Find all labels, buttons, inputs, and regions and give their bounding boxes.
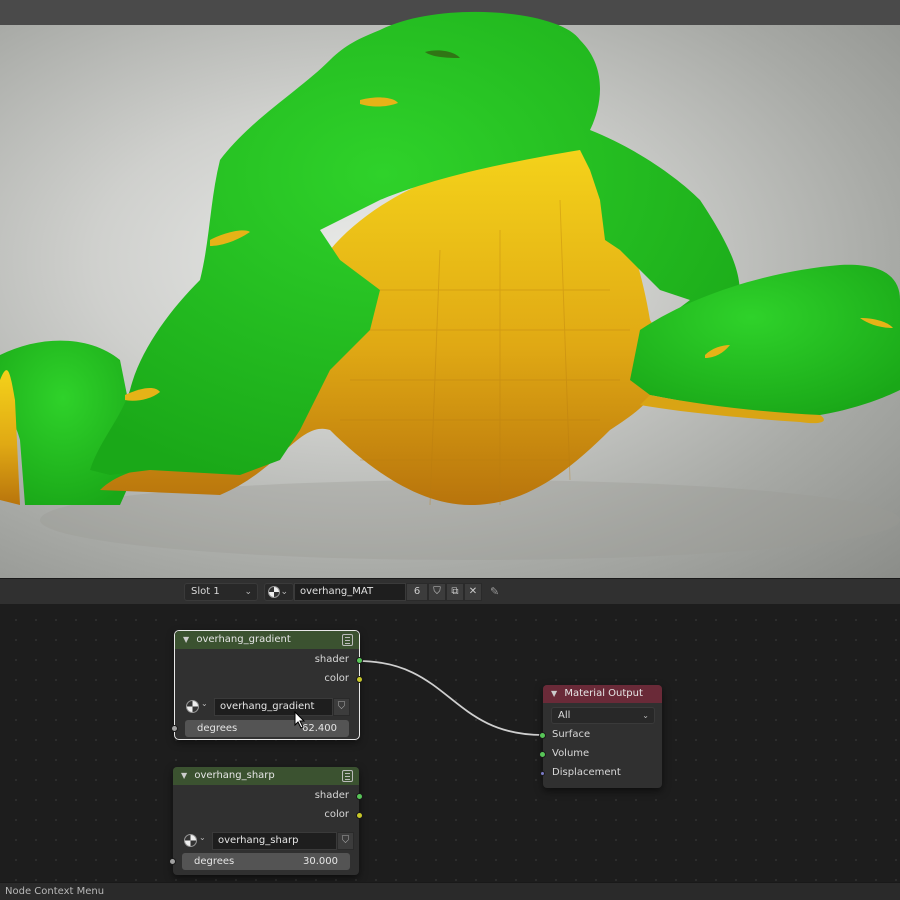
material-browse-button[interactable]: ⌄ — [264, 583, 294, 601]
material-sphere-icon — [268, 586, 280, 598]
node-header[interactable]: ▼ Material Output — [543, 685, 662, 703]
node-overhang-gradient[interactable]: ▼ overhang_gradient shader color ⌄ overh… — [171, 630, 363, 740]
pin-icon[interactable]: ✎ — [490, 585, 499, 598]
node-links — [357, 660, 544, 736]
output-shader-label: shader — [314, 790, 349, 801]
fake-user-shield-icon[interactable]: ⛉ — [428, 583, 446, 601]
node-group-icon[interactable] — [342, 634, 353, 646]
material-selector[interactable]: ⌄ overhang_gradient ⛉ — [186, 698, 350, 716]
chevron-down-icon: ⌄ — [244, 587, 252, 597]
target-value: All — [558, 710, 571, 721]
fake-user-shield-icon[interactable]: ⛉ — [337, 832, 354, 850]
chevron-down-icon: ⌄ — [280, 587, 288, 597]
output-color-label: color — [324, 809, 349, 820]
material-name-field[interactable]: overhang_gradient — [214, 698, 333, 716]
input-volume-label: Volume — [552, 748, 590, 759]
degrees-value: 62.400 — [302, 723, 337, 734]
degrees-number-field[interactable]: degrees 62.400 — [185, 720, 349, 737]
shader-link — [357, 660, 544, 736]
unlink-close-icon[interactable]: ✕ — [464, 583, 482, 601]
node-header[interactable]: ▼ overhang_sharp — [173, 767, 359, 785]
output-shader-socket[interactable] — [356, 657, 363, 664]
node-editor-header: Slot 1 ⌄ ⌄ overhang_MAT 6 ⛉ ⧉ ✕ ✎ — [0, 578, 900, 604]
slot-dropdown[interactable]: Slot 1 ⌄ — [184, 583, 258, 601]
input-degrees-socket[interactable] — [169, 858, 176, 865]
fake-user-shield-icon[interactable]: ⛉ — [333, 698, 350, 716]
input-degrees-socket[interactable] — [171, 725, 178, 732]
input-displacement-label: Displacement — [552, 767, 621, 778]
node-editor-canvas[interactable]: ▼ overhang_gradient shader color ⌄ overh… — [0, 604, 900, 882]
degrees-value: 30.000 — [303, 856, 338, 867]
node-overhang-sharp[interactable]: ▼ overhang_sharp shader color ⌄ overhang… — [169, 767, 363, 875]
node-material-output[interactable]: ▼ Material Output All ⌄ Surface Volume D… — [539, 685, 662, 788]
input-surface-label: Surface — [552, 729, 591, 740]
material-sphere-icon[interactable] — [184, 834, 197, 847]
suzanne-mesh-render — [0, 11, 900, 560]
chevron-down-icon[interactable]: ⌄ — [199, 833, 206, 842]
chevron-down-icon: ⌄ — [642, 711, 649, 720]
status-bar: Node Context Menu — [0, 882, 900, 900]
chevron-down-icon[interactable]: ⌄ — [201, 699, 208, 708]
node-group-icon[interactable] — [342, 770, 353, 782]
input-surface-socket[interactable] — [539, 732, 546, 739]
collapse-arrow-icon[interactable]: ▼ — [181, 771, 187, 780]
node-title: overhang_sharp — [194, 770, 275, 781]
status-text: Node Context Menu — [5, 886, 105, 897]
mouse-cursor-icon — [294, 711, 306, 729]
output-shader-socket[interactable] — [356, 793, 363, 800]
output-color-label: color — [324, 673, 349, 684]
material-sphere-icon[interactable] — [186, 700, 199, 713]
collapse-arrow-icon[interactable]: ▼ — [551, 689, 557, 698]
3d-viewport[interactable] — [0, 0, 900, 578]
input-displacement-socket[interactable] — [540, 771, 545, 776]
duplicate-material-icon[interactable]: ⧉ — [446, 583, 464, 601]
output-color-socket[interactable] — [356, 812, 363, 819]
material-selector[interactable]: ⌄ overhang_sharp ⛉ — [184, 832, 354, 850]
input-volume-socket[interactable] — [539, 751, 546, 758]
node-title: Material Output — [564, 688, 643, 699]
material-name-field[interactable]: overhang_MAT — [294, 583, 406, 601]
output-color-socket[interactable] — [356, 676, 363, 683]
node-header[interactable]: ▼ overhang_gradient — [175, 631, 359, 649]
slot-label: Slot 1 — [191, 586, 220, 597]
degrees-number-field[interactable]: degrees 30.000 — [182, 853, 350, 870]
target-dropdown[interactable]: All ⌄ — [551, 707, 655, 724]
material-name-field[interactable]: overhang_sharp — [212, 832, 337, 850]
degrees-label: degrees — [197, 723, 238, 734]
node-title: overhang_gradient — [196, 634, 291, 645]
material-user-count[interactable]: 6 — [406, 583, 428, 601]
output-shader-label: shader — [314, 654, 349, 665]
collapse-arrow-icon[interactable]: ▼ — [183, 635, 189, 644]
degrees-label: degrees — [194, 856, 235, 867]
